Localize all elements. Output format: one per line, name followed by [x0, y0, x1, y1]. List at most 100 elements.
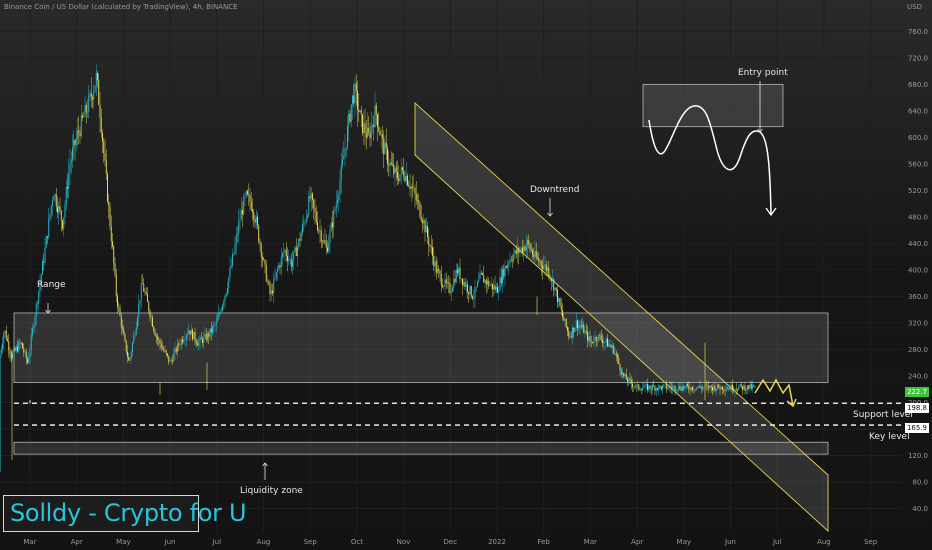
candle-body	[64, 204, 66, 218]
candle-body	[177, 343, 178, 352]
candle-body	[225, 292, 227, 296]
candle-body	[13, 348, 15, 353]
candle-body	[288, 259, 290, 261]
candle-body	[137, 317, 138, 327]
candle-body	[237, 233, 238, 236]
candle-body	[35, 303, 37, 318]
candle-body	[104, 152, 106, 161]
candle-body	[82, 115, 83, 118]
candle-body	[234, 244, 236, 254]
candle-body	[169, 360, 171, 362]
candle-body	[383, 138, 385, 155]
candle-body	[729, 387, 731, 390]
candle-body	[238, 221, 240, 234]
x-tick-label: Aug	[257, 538, 271, 546]
candle-body	[340, 165, 342, 181]
candle-body	[315, 212, 317, 223]
candle-body	[650, 388, 652, 390]
candle-body	[38, 290, 40, 304]
candle-body	[107, 174, 108, 202]
candle-body	[2, 343, 3, 350]
range-label: Range	[37, 280, 66, 290]
candle-body	[687, 384, 688, 386]
candle-body	[100, 117, 102, 134]
x-tick-label: May	[677, 538, 691, 546]
candle-body	[440, 274, 442, 285]
candle-body	[444, 279, 446, 287]
candle-body	[629, 378, 631, 380]
candle-body	[25, 351, 27, 359]
candle-body	[314, 207, 316, 213]
candle-body	[4, 330, 6, 334]
candle-body	[357, 90, 358, 110]
candle-body	[477, 281, 478, 287]
candle-body	[372, 124, 373, 127]
candle-body	[517, 247, 518, 254]
candle-body	[257, 216, 258, 226]
candle-body	[220, 310, 222, 312]
candle-body	[58, 206, 60, 213]
candle-body	[403, 170, 405, 177]
chart-area[interactable]: 40.080.0120.0160.0200.0240.0280.0320.036…	[0, 0, 932, 550]
candle-body	[250, 202, 252, 210]
candle-body	[413, 187, 415, 189]
candle-body	[295, 247, 297, 257]
candle-body	[720, 386, 722, 390]
candle-body	[200, 337, 202, 340]
candle-body	[659, 385, 661, 387]
candle-body	[88, 95, 90, 112]
candle-body	[92, 97, 93, 100]
candle-body	[707, 385, 708, 387]
x-tick-label: Feb	[537, 538, 550, 546]
candle-body	[682, 386, 683, 391]
candle-body	[703, 387, 705, 388]
key-price-tag: 165.9	[904, 423, 929, 433]
candle-body	[654, 386, 656, 391]
candle-body	[154, 330, 156, 336]
candle-body	[460, 278, 462, 280]
candle-body	[208, 333, 210, 337]
candle-body	[584, 330, 586, 334]
chart-canvas[interactable]: 40.080.0120.0160.0200.0240.0280.0320.036…	[0, 0, 932, 550]
candle-body	[77, 130, 78, 139]
candle-body	[19, 342, 21, 343]
candle-body	[750, 384, 752, 389]
candle-body	[303, 222, 305, 225]
candle-body	[399, 174, 401, 181]
candle-body	[670, 387, 672, 389]
candle-body	[483, 275, 485, 283]
candle-body	[17, 346, 18, 351]
candle-body	[57, 206, 58, 213]
candle-body	[135, 326, 137, 335]
y-tick-label: 560.0	[908, 160, 928, 168]
candle-body	[115, 274, 117, 297]
candle-body	[612, 345, 613, 348]
candle-body	[343, 156, 345, 160]
candle-body	[563, 316, 565, 321]
x-tick-label: Jul	[772, 538, 782, 546]
candle-body	[564, 319, 566, 321]
candle-body	[518, 247, 520, 253]
candle-body	[439, 270, 441, 275]
candle-body	[228, 277, 230, 288]
candle-body	[608, 344, 610, 347]
x-tick-label: 2022	[488, 538, 506, 546]
candle-body	[459, 267, 461, 280]
y-tick-label: 480.0	[908, 213, 928, 221]
candle-body	[355, 83, 357, 91]
candle-body	[470, 286, 472, 297]
candle-body	[752, 385, 753, 389]
candle-body	[212, 326, 213, 333]
candle-body	[514, 249, 516, 255]
candle-body	[254, 219, 256, 223]
candle-body	[615, 353, 617, 356]
candle-body	[0, 349, 2, 355]
candle-body	[652, 385, 653, 390]
candle-body	[595, 337, 597, 341]
candle-body	[489, 284, 491, 287]
candle-body	[27, 358, 28, 363]
candle-body	[684, 386, 686, 389]
candle-body	[734, 388, 736, 391]
candle-body	[675, 390, 677, 392]
candle-body	[345, 147, 347, 149]
